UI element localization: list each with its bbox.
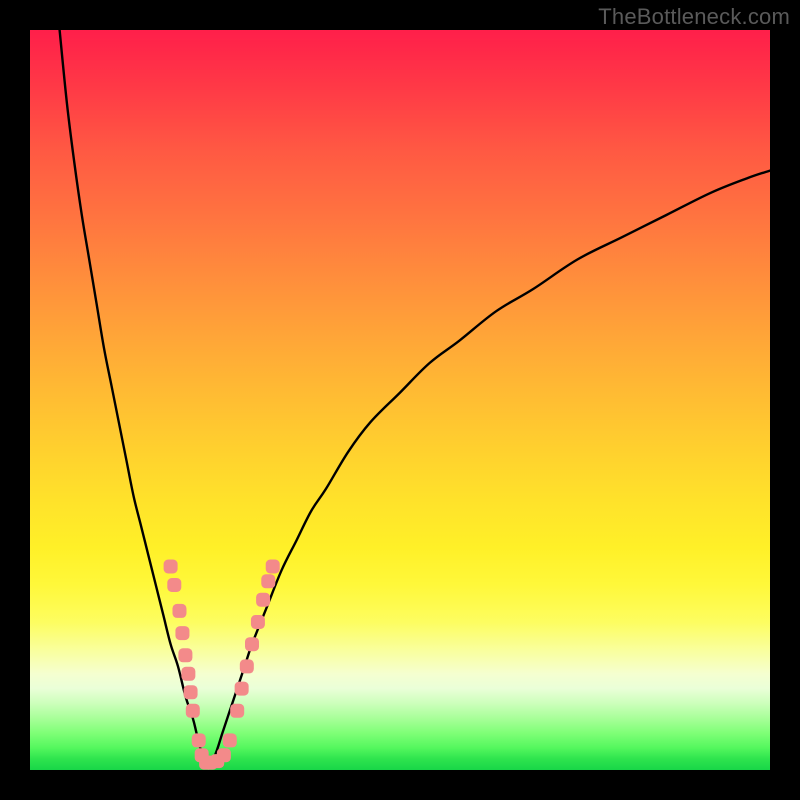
- sample-marker: [245, 637, 259, 651]
- sample-marker: [192, 733, 206, 747]
- sample-marker: [217, 748, 231, 762]
- sample-marker: [235, 682, 249, 696]
- sample-marker: [178, 648, 192, 662]
- plot-area: [30, 30, 770, 770]
- sample-marker: [240, 659, 254, 673]
- sample-marker: [167, 578, 181, 592]
- sample-marker: [230, 704, 244, 718]
- sample-marker: [266, 560, 280, 574]
- sample-marker: [164, 560, 178, 574]
- curve-right-branch: [208, 171, 770, 767]
- sample-marker: [251, 615, 265, 629]
- sample-marker: [181, 667, 195, 681]
- watermark-text: TheBottleneck.com: [598, 4, 790, 30]
- sample-marker: [186, 704, 200, 718]
- curve-layer: [60, 30, 770, 766]
- sample-marker: [184, 685, 198, 699]
- sample-marker: [175, 626, 189, 640]
- sample-marker: [172, 604, 186, 618]
- chart-svg: [30, 30, 770, 770]
- chart-frame: TheBottleneck.com: [0, 0, 800, 800]
- sample-marker: [261, 574, 275, 588]
- sample-marker: [223, 733, 237, 747]
- sample-marker: [256, 593, 270, 607]
